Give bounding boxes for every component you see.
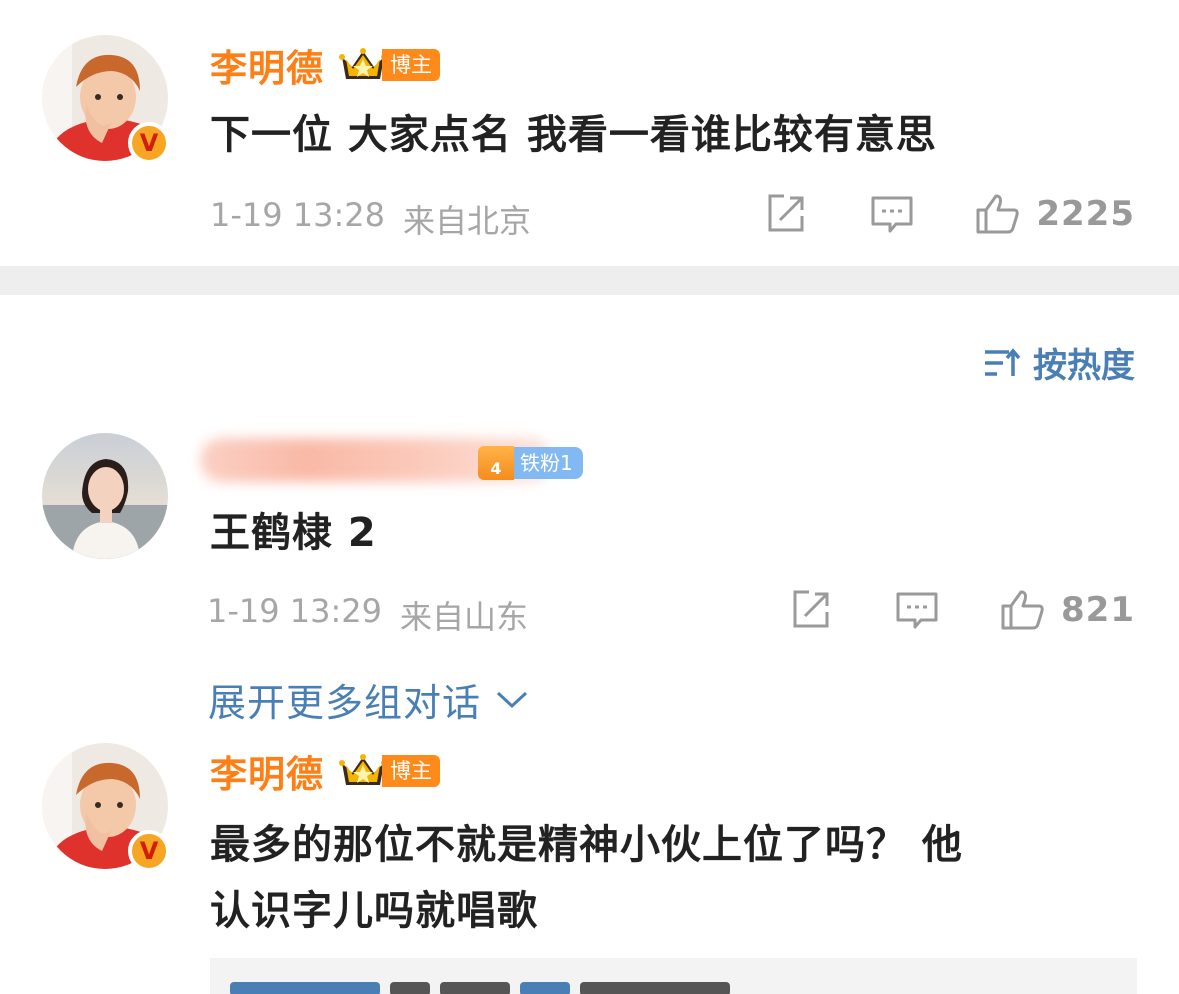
expand-label: 展开更多组对话 <box>208 681 482 725</box>
comment-icon[interactable] <box>868 190 916 238</box>
comment-icon[interactable] <box>893 586 941 634</box>
like-count: 821 <box>1061 590 1135 630</box>
chevron-down-icon <box>496 691 528 708</box>
post-time: 1-19 13:28 <box>210 196 386 234</box>
sort-toggle[interactable]: 按热度 <box>983 338 1135 387</box>
quoted-text-peek <box>230 982 730 994</box>
comment-text: 王鹤棣 2 <box>210 510 377 556</box>
blogger-tag: 博主 <box>382 49 440 81</box>
author-row: 李明德 博主 <box>210 746 440 796</box>
blogger-tag: 博主 <box>382 755 440 787</box>
sort-icon <box>985 347 1021 376</box>
post-text: 下一位 大家点名 我看一看谁比较有意思 <box>210 112 937 158</box>
blogger-badge: 博主 <box>338 45 440 85</box>
quoted-replies-box[interactable] <box>210 958 1137 994</box>
blogger-post: V 李明德 博主 下一位 大家点名 我看一看谁比较有意思 1-19 13:28 … <box>0 0 1179 266</box>
sort-label: 按热度 <box>1033 346 1135 386</box>
comment-location: 来自山东 <box>400 598 529 636</box>
fan-label: 铁粉1 <box>514 447 583 479</box>
reply-text-line-1: 最多的那位不就是精神小伙上位了吗？ 他 <box>210 822 963 868</box>
share-icon[interactable] <box>787 586 835 634</box>
crown-icon <box>339 754 387 785</box>
post-meta: 1-19 13:28 来自北京 <box>210 196 531 242</box>
blogger-badge: 博主 <box>338 751 440 791</box>
post-location: 来自北京 <box>403 202 532 240</box>
crown-icon <box>339 48 387 79</box>
expand-conversation-link[interactable]: 展开更多组对话 <box>208 672 529 727</box>
fan-level: 4 <box>478 446 514 480</box>
comment-actions: 821 <box>787 586 1135 634</box>
post-actions: 2225 <box>762 190 1135 238</box>
author-name[interactable]: 李明德 <box>210 38 324 92</box>
avatar[interactable] <box>42 433 168 559</box>
verified-v-icon: V <box>128 122 170 164</box>
verified-v-icon: V <box>128 830 170 872</box>
comment-item: 4 铁粉1 王鹤棣 2 1-19 13:29 来自山东 821 <box>0 430 1179 670</box>
comment-time: 1-19 13:29 <box>207 592 383 630</box>
reply-text-line-2: 认识字儿吗就唱歌 <box>210 888 538 934</box>
share-icon[interactable] <box>762 190 810 238</box>
like-count: 2225 <box>1036 194 1135 234</box>
like-icon[interactable] <box>974 190 1022 238</box>
blogger-reply: V 李明德 博主 最多的那位不就是精神小伙上位了吗？ 他 认识字儿吗就唱歌 <box>0 740 1179 994</box>
like-icon[interactable] <box>999 586 1047 634</box>
fan-badge: 4 铁粉1 <box>478 446 583 480</box>
author-name[interactable]: 李明德 <box>210 744 324 798</box>
comment-meta: 1-19 13:29 来自山东 <box>207 592 528 638</box>
author-row: 李明德 博主 <box>210 40 440 90</box>
reply-text: 最多的那位不就是精神小伙上位了吗？ 他 认识字儿吗就唱歌 <box>210 812 1130 944</box>
section-divider <box>0 266 1179 295</box>
